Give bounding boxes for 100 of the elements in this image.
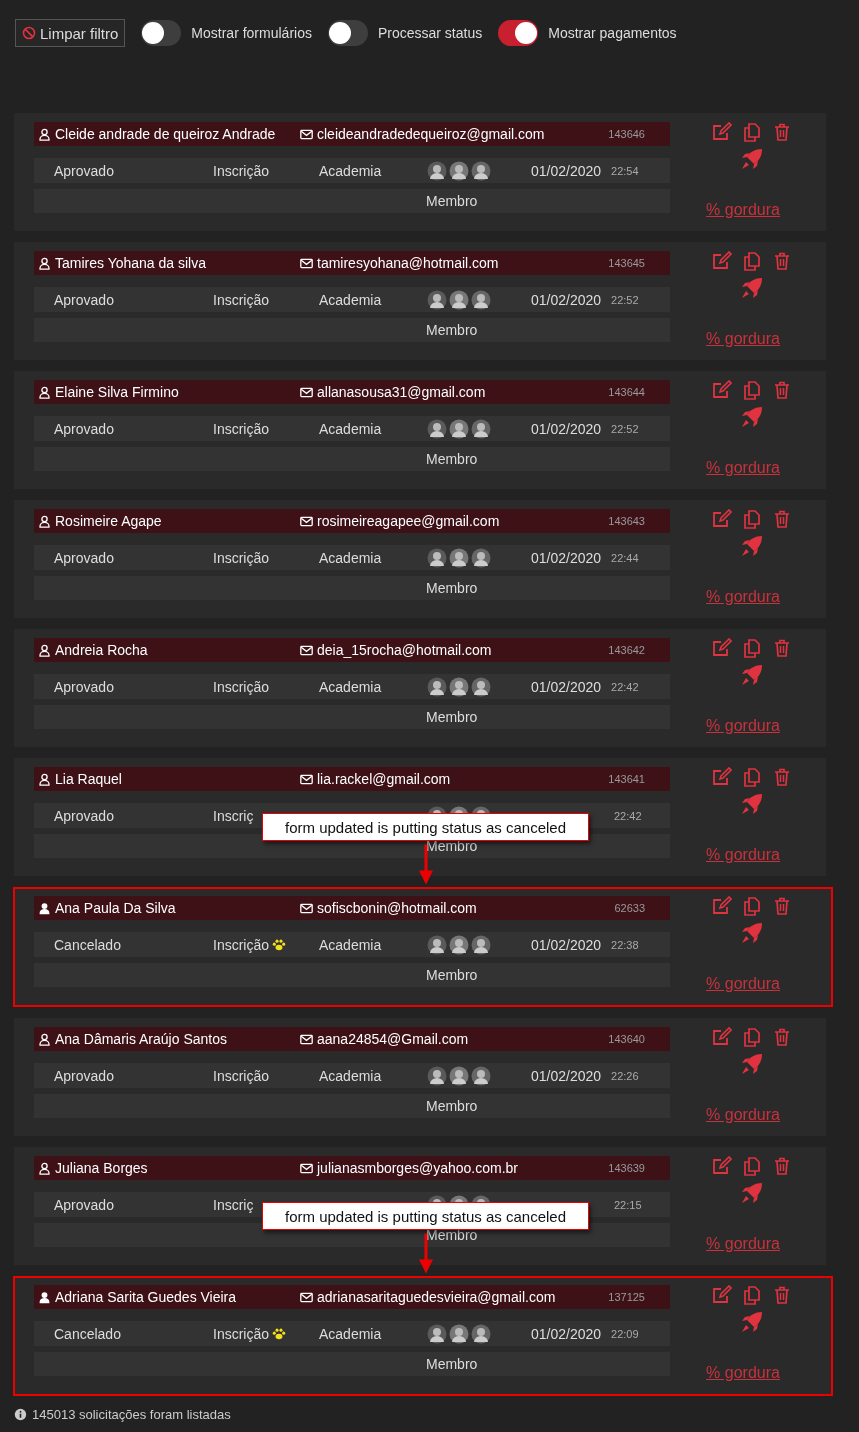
trash-icon[interactable] (772, 509, 792, 529)
copy-icon[interactable] (742, 896, 762, 916)
copy-icon[interactable] (742, 1027, 762, 1047)
edit-icon[interactable] (712, 896, 732, 916)
avatar-icon (471, 1065, 491, 1086)
avatar-icon (449, 289, 469, 310)
avatar-icon (449, 676, 469, 697)
edit-icon[interactable] (712, 1156, 732, 1176)
user-icon (38, 643, 51, 657)
trash-icon[interactable] (772, 1156, 792, 1176)
copy-icon[interactable] (742, 1156, 762, 1176)
body-fat-link[interactable]: % gordura (706, 201, 780, 219)
edit-icon[interactable] (712, 1285, 732, 1305)
toggle-switch[interactable] (498, 20, 539, 46)
body-fat-link[interactable]: % gordura (706, 459, 780, 477)
callout-note: form updated is putting status as canceled (262, 813, 589, 841)
request-id: 143646 (608, 128, 645, 140)
type-text: Inscrição (213, 420, 270, 437)
person-name: Adriana Sarita Guedes Vieira (55, 1289, 237, 1305)
user-icon (38, 385, 51, 399)
category-text: Academia (319, 1325, 382, 1342)
mail-icon (300, 514, 313, 528)
user-icon (38, 901, 51, 915)
mail-icon (300, 1032, 313, 1046)
trash-icon[interactable] (772, 380, 792, 400)
person-name: Elaine Silva Firmino (55, 384, 179, 400)
mail-icon (300, 772, 313, 786)
date-text: 01/02/2020 (531, 291, 602, 308)
trash-icon[interactable] (772, 1027, 792, 1047)
edit-icon[interactable] (712, 1027, 732, 1047)
rocket-icon[interactable] (740, 663, 764, 687)
role-text: Membro (426, 1098, 478, 1114)
time-text: 22:15 (614, 1198, 642, 1211)
status-text: Aprovado (54, 162, 115, 179)
user-icon (38, 514, 51, 528)
toggle-switch[interactable] (327, 20, 368, 46)
avatar-icon (449, 934, 469, 955)
rocket-icon[interactable] (740, 276, 764, 300)
copy-icon[interactable] (742, 767, 762, 787)
body-fat-link[interactable]: % gordura (706, 1106, 780, 1124)
category-text: Academia (319, 162, 382, 179)
body-fat-link[interactable]: % gordura (706, 1364, 780, 1382)
request-id: 143645 (608, 257, 645, 269)
edit-icon[interactable] (712, 380, 732, 400)
avatar-icon (427, 1323, 447, 1344)
trash-icon[interactable] (772, 122, 792, 142)
rocket-icon[interactable] (740, 921, 764, 945)
copy-icon[interactable] (742, 251, 762, 271)
rocket-icon[interactable] (740, 534, 764, 558)
toggle-label[interactable]: Mostrar formulários (191, 25, 312, 41)
date-text: 01/02/2020 (531, 1067, 602, 1084)
email-address: sofiscbonin@hotmail.com (317, 900, 477, 916)
user-icon (38, 256, 51, 270)
avatar-icon (427, 676, 447, 697)
request-id: 143642 (608, 644, 645, 656)
rocket-icon[interactable] (740, 147, 764, 171)
edit-icon[interactable] (712, 509, 732, 529)
rocket-icon[interactable] (740, 405, 764, 429)
avatar-icon (471, 1323, 491, 1344)
rocket-icon[interactable] (740, 792, 764, 816)
trash-icon[interactable] (772, 767, 792, 787)
trash-icon[interactable] (772, 896, 792, 916)
role-text: Membro (426, 967, 478, 983)
body-fat-link[interactable]: % gordura (706, 588, 780, 606)
trash-icon[interactable] (772, 638, 792, 658)
category-text: Academia (319, 291, 382, 308)
edit-icon[interactable] (712, 122, 732, 142)
body-fat-link[interactable]: % gordura (706, 330, 780, 348)
role-text: Membro (426, 322, 478, 338)
avatar-icon (449, 418, 469, 439)
avatar-icon (449, 1323, 469, 1344)
request-id: 143640 (608, 1033, 645, 1045)
rocket-icon[interactable] (740, 1052, 764, 1076)
edit-icon[interactable] (712, 638, 732, 658)
copy-icon[interactable] (742, 1285, 762, 1305)
trash-icon[interactable] (772, 1285, 792, 1305)
copy-icon[interactable] (742, 380, 762, 400)
copy-icon[interactable] (742, 638, 762, 658)
rocket-icon[interactable] (740, 1181, 764, 1205)
role-text: Membro (426, 1356, 478, 1372)
clear-filter-button[interactable]: Limpar filtro (15, 19, 126, 47)
role-text: Membro (426, 1227, 478, 1243)
toggle-label[interactable]: Mostrar pagamentos (548, 25, 677, 41)
body-fat-link[interactable]: % gordura (706, 717, 780, 735)
person-name: Juliana Borges (55, 1160, 148, 1176)
copy-icon[interactable] (742, 122, 762, 142)
trash-icon[interactable] (772, 251, 792, 271)
copy-icon[interactable] (742, 509, 762, 529)
toggle-label[interactable]: Processar status (377, 25, 483, 41)
edit-icon[interactable] (712, 767, 732, 787)
toggle-switch[interactable] (141, 20, 182, 46)
rocket-icon[interactable] (740, 1310, 764, 1334)
email-address: tamiresyohana@hotmail.com (317, 255, 499, 271)
role-text: Membro (426, 580, 478, 596)
body-fat-link[interactable]: % gordura (706, 846, 780, 864)
body-fat-link[interactable]: % gordura (706, 1235, 780, 1253)
body-fat-link[interactable]: % gordura (706, 975, 780, 993)
time-text: 22:52 (611, 422, 639, 435)
request-id: 137125 (608, 1291, 645, 1303)
edit-icon[interactable] (712, 251, 732, 271)
